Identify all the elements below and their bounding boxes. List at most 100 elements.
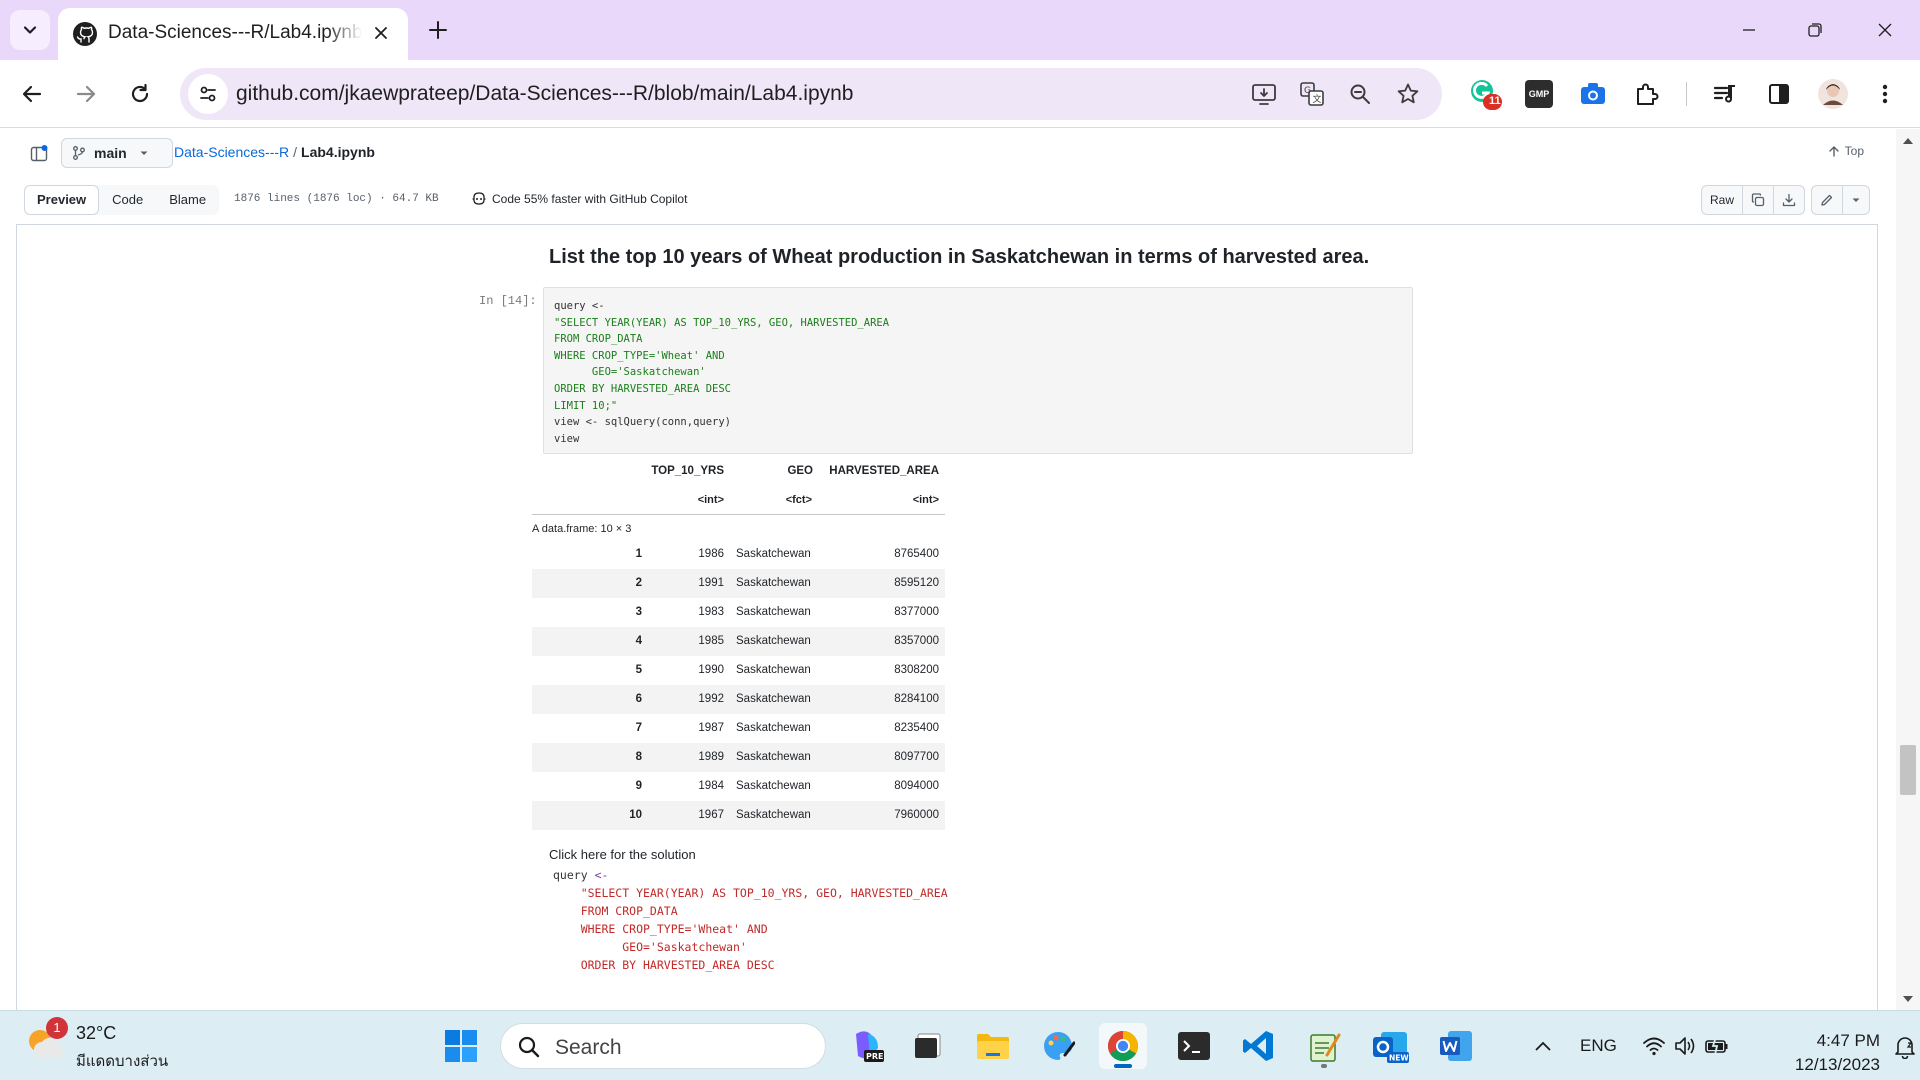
taskbar-app-vscode[interactable] — [1234, 1023, 1282, 1069]
install-app-button[interactable] — [1250, 80, 1278, 108]
notification-bell-icon[interactable] — [1894, 1035, 1916, 1059]
new-tab-button[interactable] — [420, 12, 456, 48]
svg-text:PRE: PRE — [866, 1052, 884, 1061]
row-index: 7 — [635, 722, 642, 734]
chevron-up-icon — [1535, 1041, 1551, 1051]
table-body: 1 1986 Saskatchewan 8765400 2 1991 Saska… — [532, 540, 945, 830]
clock-date: 12/13/2023 — [1794, 1055, 1880, 1074]
arrow-up-icon — [1828, 146, 1839, 157]
row-index: 2 — [635, 577, 642, 589]
gmp-label: GMP — [1528, 89, 1550, 99]
svg-text:NEW: NEW — [1389, 1054, 1409, 1063]
code-line: view <- sqlQuery(conn,query) — [554, 416, 732, 429]
page-scrollbar[interactable] — [1896, 129, 1920, 1010]
wifi-icon[interactable] — [1642, 1036, 1666, 1056]
scrollbar-thumb[interactable] — [1900, 745, 1916, 795]
table-caption: A data.frame: 10 × 3 — [532, 515, 945, 540]
taskbar-app-chrome[interactable] — [1099, 1023, 1147, 1069]
tab-blame[interactable]: Blame — [156, 185, 219, 215]
row-index: 10 — [629, 809, 642, 821]
screenshot-extension-button[interactable] — [1576, 77, 1610, 111]
address-bar[interactable]: github.com/jkaewprateep/Data-Sciences---… — [180, 68, 1442, 120]
tab-preview[interactable]: Preview — [24, 185, 100, 215]
zoom-button[interactable] — [1346, 80, 1374, 108]
taskbar-app-notepad[interactable] — [1300, 1023, 1348, 1069]
solution-toggle[interactable]: Click here for the solution — [549, 847, 696, 862]
breadcrumb: Data-Sciences---R / Lab4.ipynb — [174, 144, 375, 160]
taskbar-app-outlook[interactable]: NEW — [1366, 1023, 1414, 1069]
browser-tab-active[interactable]: Data-Sciences---R/Lab4.ipynb at main — [58, 8, 408, 60]
magnifier-icon — [1350, 84, 1370, 104]
raw-actions-group: Raw — [1700, 185, 1805, 215]
restore-button[interactable] — [1792, 10, 1838, 50]
cell-geo: Saskatchewan — [736, 548, 811, 560]
taskbar-app-paint[interactable] — [1034, 1023, 1082, 1069]
folder-icon — [977, 1034, 1009, 1059]
cell-harvested-area: 8308200 — [894, 664, 939, 676]
url-text[interactable]: github.com/jkaewprateep/Data-Sciences---… — [236, 82, 854, 106]
cell-geo: Saskatchewan — [736, 780, 811, 792]
start-button[interactable] — [437, 1023, 485, 1069]
bookmark-button[interactable] — [1394, 80, 1422, 108]
branch-selector[interactable]: main — [61, 138, 173, 168]
column-header: GEO — [787, 465, 813, 477]
back-to-top-link[interactable]: Top — [1828, 144, 1864, 158]
triangle-down-icon — [1852, 198, 1860, 202]
row-index: 8 — [635, 751, 642, 763]
taskbar-app-file-explorer[interactable] — [969, 1023, 1017, 1069]
browser-menu-button[interactable] — [1868, 77, 1902, 111]
show-hidden-icons-button[interactable] — [1528, 1031, 1558, 1061]
table-header-row: TOP_10_YRS GEO HARVESTED_AREA — [532, 457, 945, 486]
battery-icon[interactable] — [1704, 1036, 1730, 1056]
table-row: 6 1992 Saskatchewan 8284100 — [532, 685, 945, 714]
system-clock[interactable]: 4:47 PM 12/13/2023 — [1795, 1029, 1880, 1077]
taskbar-app-copilot[interactable]: PRE — [842, 1023, 890, 1069]
reload-button[interactable] — [120, 74, 160, 114]
side-panel-button[interactable] — [1762, 77, 1796, 111]
copy-raw-button[interactable] — [1742, 186, 1773, 214]
scroll-up-arrow-icon[interactable] — [1902, 137, 1914, 145]
taskbar-app-terminal[interactable] — [1170, 1023, 1218, 1069]
volume-icon[interactable] — [1674, 1036, 1696, 1056]
cell-execution-prompt: In [14]: — [479, 294, 537, 308]
table-row: 3 1983 Saskatchewan 8377000 — [532, 598, 945, 627]
expand-file-tree-button[interactable] — [26, 141, 52, 167]
input-language[interactable]: ENG — [1580, 1036, 1617, 1056]
taskbar-app-word[interactable] — [1432, 1023, 1480, 1069]
media-controls-button[interactable] — [1708, 77, 1742, 111]
camera-icon — [1581, 83, 1605, 104]
table-row: 8 1989 Saskatchewan 8097700 — [532, 743, 945, 772]
tab-code[interactable]: Code — [99, 185, 156, 215]
table-row: 7 1987 Saskatchewan 8235400 — [532, 714, 945, 743]
tab-search-button[interactable] — [10, 10, 50, 50]
close-tab-button[interactable] — [368, 20, 394, 46]
scroll-down-arrow-icon[interactable] — [1902, 995, 1914, 1003]
copy-icon — [1751, 193, 1765, 207]
cell-year: 1984 — [698, 780, 724, 792]
more-edit-options-button[interactable] — [1842, 186, 1869, 214]
taskbar-search[interactable]: Search — [500, 1023, 826, 1069]
row-index: 9 — [635, 780, 642, 792]
site-info-button[interactable] — [188, 74, 228, 114]
translate-button[interactable]: G文 — [1298, 80, 1326, 108]
clock-time: 4:47 PM — [1816, 1031, 1880, 1050]
back-button[interactable] — [12, 74, 52, 114]
cell-year: 1985 — [698, 635, 724, 647]
forward-button[interactable] — [66, 74, 106, 114]
edit-file-button[interactable] — [1812, 186, 1842, 214]
minimize-icon — [1743, 29, 1755, 31]
row-index: 3 — [635, 606, 642, 618]
copilot-promo-link[interactable]: Code 55% faster with GitHub Copilot — [471, 191, 687, 207]
extensions-button[interactable] — [1630, 77, 1664, 111]
table-row: 2 1991 Saskatchewan 8595120 — [532, 569, 945, 598]
minimize-button[interactable] — [1726, 10, 1772, 50]
gmp-extension-button[interactable]: GMP — [1522, 77, 1556, 111]
breadcrumb-repo-link[interactable]: Data-Sciences---R — [174, 144, 289, 160]
extension-badge-button[interactable]: 11 — [1468, 77, 1502, 111]
close-window-button[interactable] — [1862, 10, 1908, 50]
profile-button[interactable] — [1816, 77, 1850, 111]
download-raw-button[interactable] — [1773, 186, 1804, 214]
download-icon — [1782, 193, 1796, 207]
raw-button[interactable]: Raw — [1702, 186, 1742, 214]
taskbar-app-task-view[interactable] — [904, 1023, 952, 1069]
